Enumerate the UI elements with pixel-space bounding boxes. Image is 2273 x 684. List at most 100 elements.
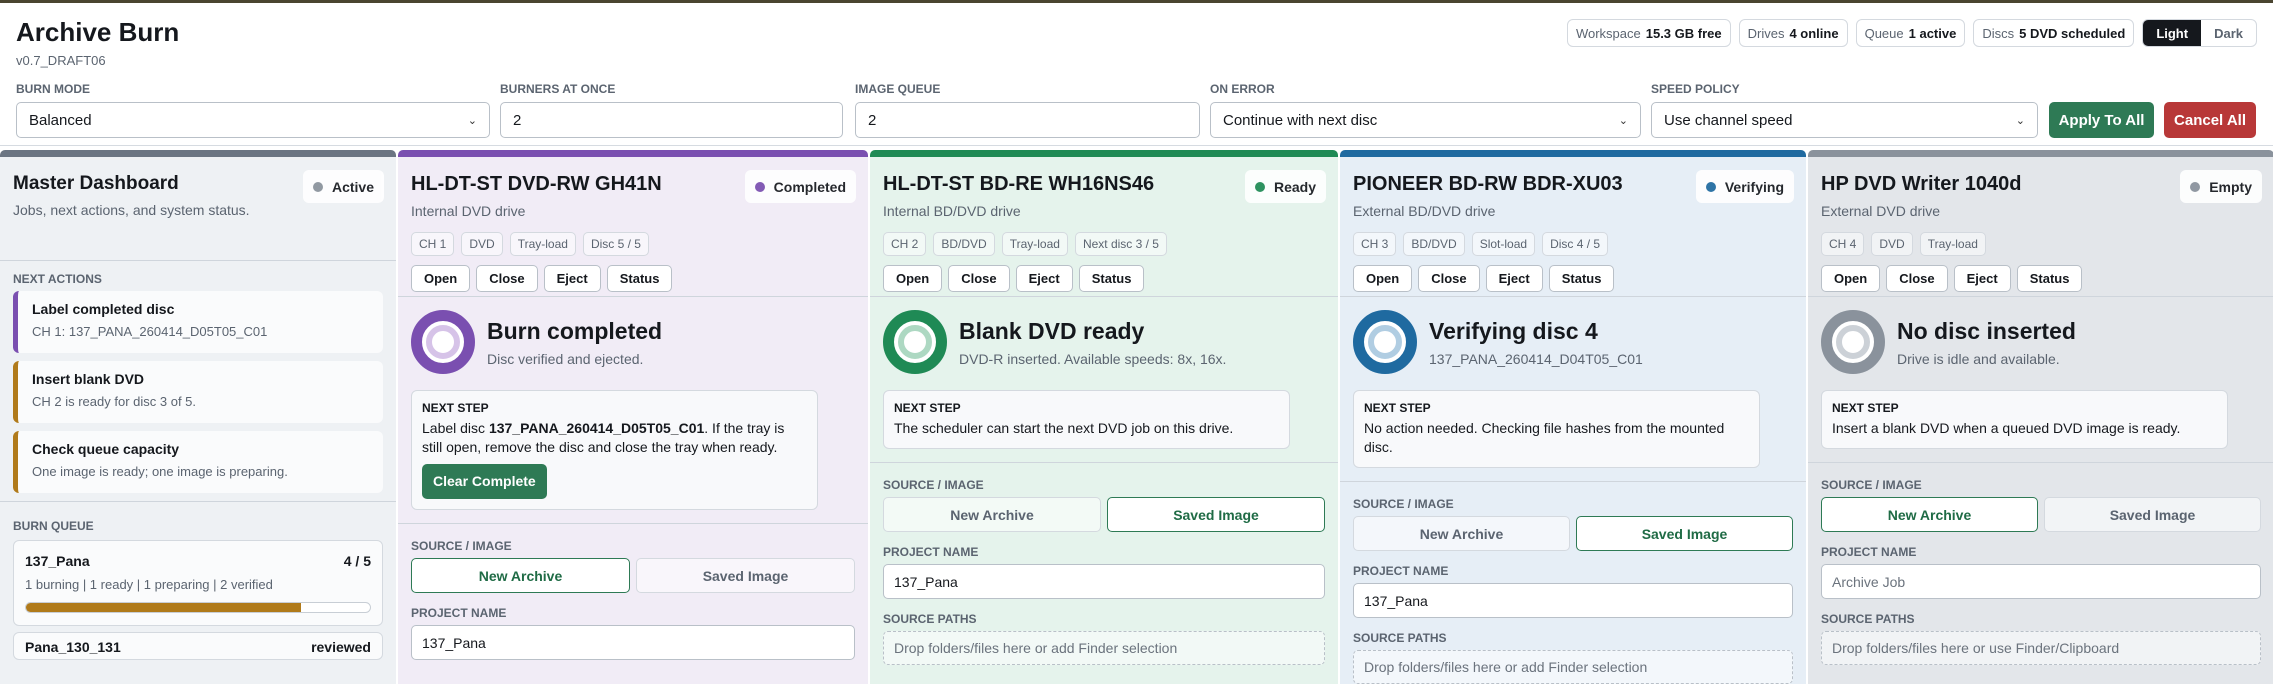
stat-value: 5 DVD scheduled xyxy=(2019,25,2126,41)
status-button[interactable]: Status xyxy=(606,265,673,292)
action-detail: One image is ready; one image is prepari… xyxy=(32,464,288,479)
status-button[interactable]: Status xyxy=(2016,265,2083,292)
project-name-input[interactable]: 137_Pana xyxy=(411,625,855,660)
source-image-label: SOURCE / IMAGE xyxy=(1353,497,1454,511)
queue-item[interactable]: Pana_130_131 reviewed xyxy=(13,632,383,660)
project-name-label: PROJECT NAME xyxy=(1353,564,1449,578)
action-title: Insert blank DVD xyxy=(32,371,145,387)
drive-chip: Tray-load xyxy=(1919,232,1986,256)
next-step-text: Insert a blank DVD when a queued DVD ima… xyxy=(1832,420,2181,436)
action-detail: CH 2 is ready for disc 3 of 5. xyxy=(32,394,197,409)
master-subtitle: Jobs, next actions, and system status. xyxy=(13,202,250,218)
status-dot-icon xyxy=(312,181,323,192)
source-paths-label: SOURCE PATHS xyxy=(1353,631,1447,645)
queue-item[interactable]: 137_Pana 4 / 5 1 burning | 1 ready | 1 pr… xyxy=(13,540,383,626)
action-item[interactable]: Check queue capacity One image is ready; … xyxy=(13,431,383,493)
source-toggle: New Archive Saved Image xyxy=(1353,516,1793,551)
eject-button[interactable]: Eject xyxy=(1015,265,1073,292)
source-paths-dropzone[interactable]: Drop folders/files here or add Finder se… xyxy=(1353,650,1793,684)
stat-value: 4 online xyxy=(1789,25,1839,41)
burners-value: 2 xyxy=(513,111,522,129)
close-tray-button[interactable]: Close xyxy=(1886,265,1948,292)
next-step-box: NEXT STEP The scheduler can start the ne… xyxy=(883,390,1290,449)
drive-chip: CH 2 xyxy=(883,232,927,256)
cancel-all-button[interactable]: Cancel All xyxy=(2164,102,2256,138)
next-step-label: NEXT STEP xyxy=(1832,401,1899,415)
eject-button[interactable]: Eject xyxy=(1485,265,1543,292)
app-version: v0.7_DRAFT06 xyxy=(16,53,106,68)
burn-mode-select[interactable]: Balanced ⌄ xyxy=(16,102,490,138)
status-dot-icon xyxy=(1705,181,1716,192)
disc-icon xyxy=(1821,310,1885,374)
open-tray-button[interactable]: Open xyxy=(1821,265,1881,292)
stat-label: Workspace xyxy=(1575,25,1641,41)
project-name-input[interactable]: 137_Pana xyxy=(883,564,1325,599)
theme-dark-button[interactable]: Dark xyxy=(2201,20,2256,46)
close-tray-button[interactable]: Close xyxy=(948,265,1010,292)
burners-input[interactable]: 2 xyxy=(500,102,843,138)
channel-columns: Master Dashboard Jobs, next actions, and… xyxy=(0,150,2273,684)
action-item[interactable]: Label completed disc CH 1: 137_PANA_26041… xyxy=(13,291,383,353)
source-paths-label: SOURCE PATHS xyxy=(883,612,977,626)
image-queue-input[interactable]: 2 xyxy=(855,102,1200,138)
action-detail: CH 1: 137_PANA_260414_D05T05_C01 xyxy=(32,324,268,339)
on-error-label: ON ERROR xyxy=(1210,82,1275,96)
status-button[interactable]: Status xyxy=(1548,265,1615,292)
speed-policy-label: SPEED POLICY xyxy=(1651,82,1740,96)
clear-complete-button[interactable]: Clear Complete xyxy=(422,464,547,499)
drive-state: Verifying disc 4 137_PANA_260414_D04T05_C… xyxy=(1340,297,1806,482)
open-tray-button[interactable]: Open xyxy=(411,265,471,292)
action-title: Check queue capacity xyxy=(32,441,180,457)
project-name-input[interactable]: 137_Pana xyxy=(1353,583,1793,618)
action-item[interactable]: Insert blank DVD CH 2 is ready for disc 3… xyxy=(13,361,383,423)
close-tray-button[interactable]: Close xyxy=(1418,265,1480,292)
saved-image-tab[interactable]: Saved Image xyxy=(636,558,855,593)
status-badge: Completed xyxy=(744,170,856,203)
burners-control: BURNERS AT ONCE 2 xyxy=(500,82,843,138)
master-header: Master Dashboard Jobs, next actions, and… xyxy=(0,157,396,261)
new-archive-tab[interactable]: New Archive xyxy=(883,497,1101,532)
eject-button[interactable]: Eject xyxy=(1953,265,2011,292)
new-archive-tab[interactable]: New Archive xyxy=(411,558,630,593)
new-archive-tab[interactable]: New Archive xyxy=(1821,497,2038,532)
saved-image-tab[interactable]: Saved Image xyxy=(1107,497,1325,532)
on-error-select[interactable]: Continue with next disc ⌄ xyxy=(1210,102,1641,138)
theme-light-button[interactable]: Light xyxy=(2143,20,2202,46)
source-image-label: SOURCE / IMAGE xyxy=(1821,478,1922,492)
next-step-box: NEXT STEP Label disc 137_PANA_260414_D05… xyxy=(411,390,818,510)
drive-header: HP DVD Writer 1040d External DVD drive E… xyxy=(1808,157,2273,297)
drive-column: HP DVD Writer 1040d External DVD drive E… xyxy=(1808,150,2273,684)
open-tray-button[interactable]: Open xyxy=(883,265,943,292)
status-badge: Verifying xyxy=(1695,170,1794,203)
speed-policy-select[interactable]: Use channel speed ⌄ xyxy=(1651,102,2038,138)
project-name-input[interactable]: Archive Job xyxy=(1821,564,2261,599)
close-tray-button[interactable]: Close xyxy=(476,265,538,292)
image-queue-value: 2 xyxy=(868,111,877,129)
eject-button[interactable]: Eject xyxy=(543,265,601,292)
burn-mode-label: BURN MODE xyxy=(16,82,90,96)
saved-image-tab[interactable]: Saved Image xyxy=(1576,516,1793,551)
queue-count: reviewed xyxy=(311,639,371,655)
drive-state: No disc inserted Drive is idle and availa… xyxy=(1808,297,2273,463)
status-dot-icon xyxy=(2190,181,2201,192)
speed-policy-control: SPEED POLICY Use channel speed ⌄ xyxy=(1651,82,2038,138)
chevron-down-icon: ⌄ xyxy=(467,114,477,127)
app-title: Archive Burn xyxy=(16,17,180,47)
saved-image-tab[interactable]: Saved Image xyxy=(2044,497,2261,532)
disc-icon xyxy=(1353,310,1417,374)
state-subtitle: 137_PANA_260414_D04T05_C01 xyxy=(1429,351,1643,367)
open-tray-button[interactable]: Open xyxy=(1353,265,1413,292)
status-text: Active xyxy=(331,178,374,195)
drive-type: External BD/DVD drive xyxy=(1353,203,1496,219)
status-text: Verifying xyxy=(1724,178,1784,195)
next-step-text: Label disc 137_PANA_260414_D05T05_C01. I… xyxy=(422,419,807,457)
next-step-box: NEXT STEP Insert a blank DVD when a queu… xyxy=(1821,390,2228,449)
stat-discs: Discs 5 DVD scheduled xyxy=(1973,19,2135,47)
drive-chip: BD/DVD xyxy=(933,232,995,256)
master-dashboard: Master Dashboard Jobs, next actions, and… xyxy=(0,150,396,684)
status-button[interactable]: Status xyxy=(1078,265,1145,292)
new-archive-tab[interactable]: New Archive xyxy=(1353,516,1570,551)
apply-to-all-button[interactable]: Apply To All xyxy=(2049,102,2154,138)
source-toggle: New Archive Saved Image xyxy=(1821,497,2261,532)
next-step-box: NEXT STEP No action needed. Checking fil… xyxy=(1353,390,1760,468)
